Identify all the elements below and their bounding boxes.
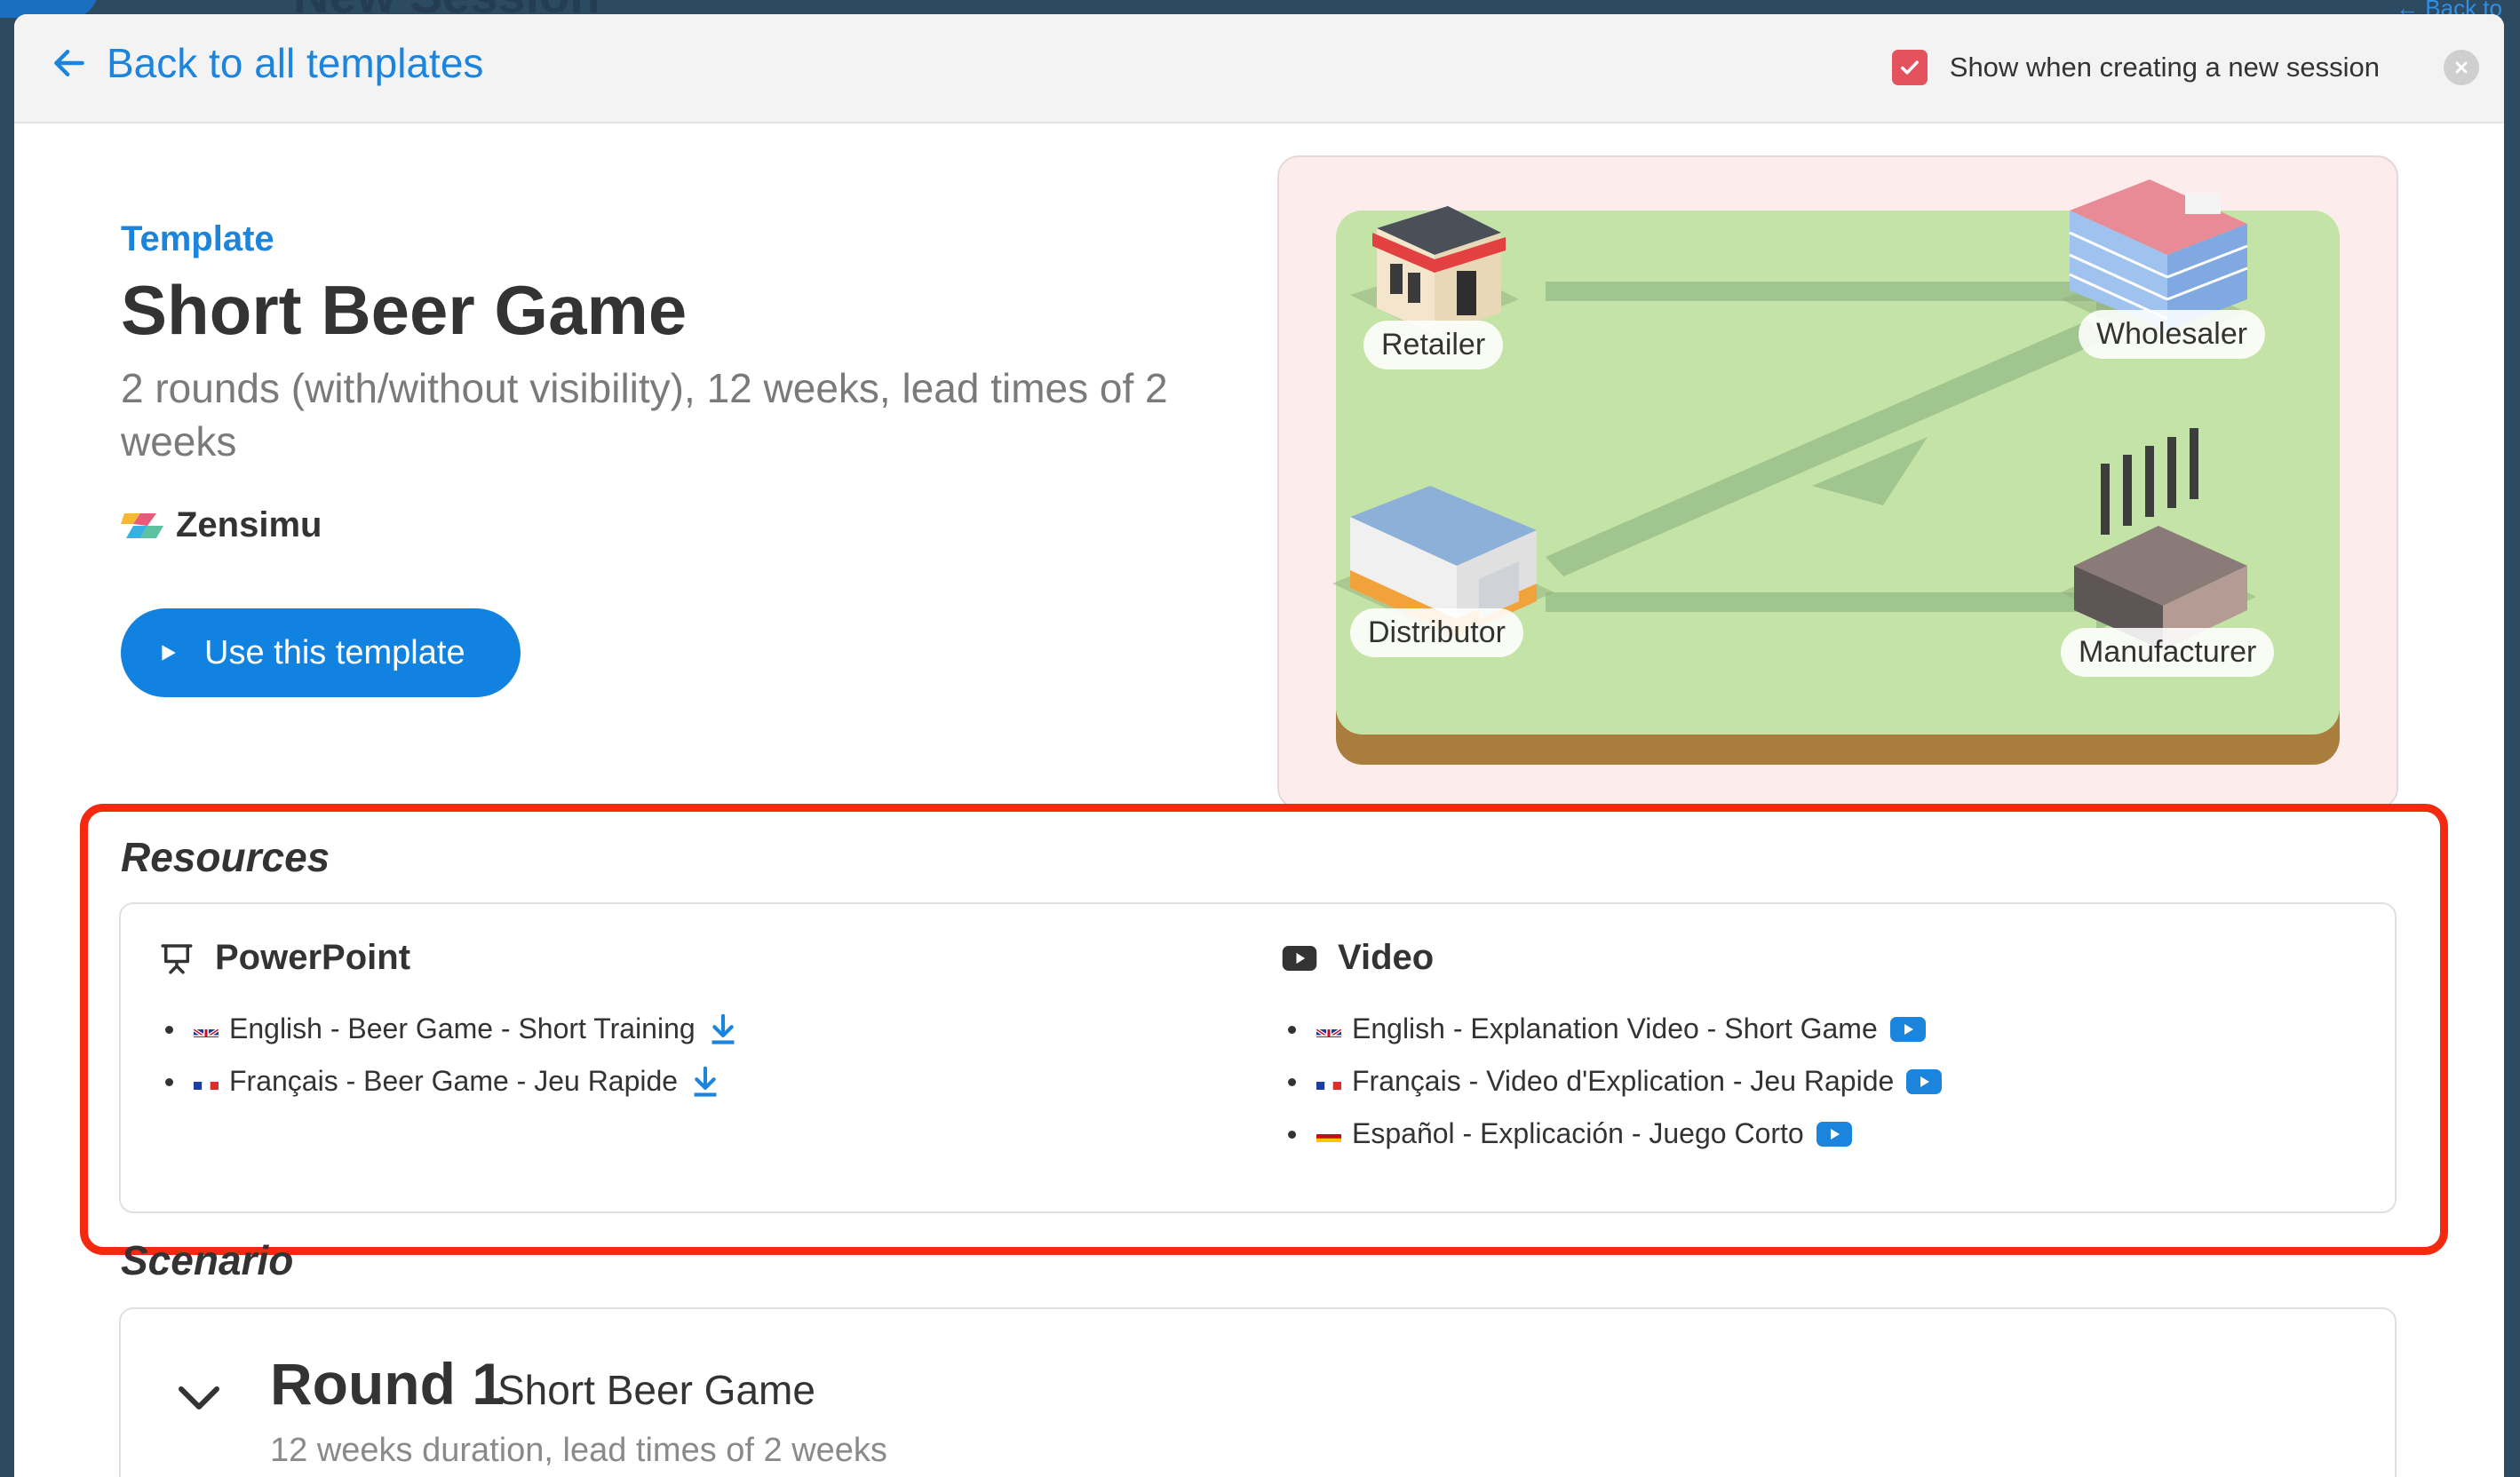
resources-card: PowerPoint English - Beer Game - Short T… (119, 902, 2397, 1213)
round-description: 12 weeks duration, lead times of 2 weeks (270, 1432, 887, 1469)
template-description: 2 rounds (with/without visibility), 12 w… (121, 365, 1168, 465)
round-title: Round 1 (270, 1351, 505, 1417)
list-item: Français - Video d'Explication - Jeu Rap… (1287, 1055, 1943, 1108)
resources-heading: Resources (121, 834, 330, 880)
presentation-icon (161, 943, 193, 973)
video-link-spanish[interactable]: Español - Explicación - Juego Corto (1352, 1117, 1804, 1150)
chevron-down-icon[interactable] (174, 1380, 224, 1416)
back-to-templates-link[interactable]: Back to all templates (50, 39, 483, 87)
download-icon[interactable] (708, 1013, 738, 1045)
template-modal: Back to all templates Show when creating… (14, 14, 2504, 1477)
france-flag-icon (1316, 1073, 1341, 1090)
list-item: Español - Explicación - Juego Corto (1287, 1108, 1942, 1160)
youtube-play-icon (1282, 945, 1317, 971)
close-button[interactable] (2444, 50, 2479, 85)
play-icon (162, 645, 176, 661)
scenario-round-card[interactable]: Round 1 Short Beer Game 12 weeks duratio… (119, 1307, 2397, 1477)
manufacturer-label: Manufacturer (2061, 628, 2275, 677)
supply-chain-illustration: Retailer Wholesaler Distributor Manufact… (1277, 155, 2398, 809)
youtube-icon[interactable] (1906, 1068, 1943, 1094)
zensimu-logo-icon (121, 512, 163, 538)
show-on-new-session-toggle[interactable]: Show when creating a new session (1891, 50, 2380, 85)
video-title: Video (1281, 938, 1942, 978)
france-flag-icon (194, 1073, 219, 1090)
template-title: Short Beer Game (121, 271, 688, 349)
retailer-label: Retailer (1363, 321, 1504, 369)
template-hero: Template Short Beer Game 2 rounds (with/… (14, 123, 2504, 816)
powerpoint-column: PowerPoint English - Beer Game - Short T… (158, 938, 738, 1108)
list-item: Français - Beer Game - Jeu Rapide (165, 1055, 738, 1108)
supply-chain-map (1332, 179, 2340, 765)
arrow-left-icon (54, 49, 84, 77)
list-item: English - Beer Game - Short Training (165, 1003, 738, 1055)
powerpoint-title: PowerPoint (158, 938, 738, 978)
author-name: Zensimu (176, 505, 322, 544)
use-template-button[interactable]: Use this template (121, 608, 521, 697)
template-kicker: Template (121, 219, 274, 258)
youtube-icon[interactable] (1889, 1016, 1926, 1042)
video-column: Video English - Explanation Video - Shor… (1281, 938, 1943, 1160)
video-list: English - Explanation Video - Short Game… (1281, 1003, 1943, 1160)
back-link-label: Back to all templates (107, 40, 484, 86)
powerpoint-title-label: PowerPoint (215, 938, 411, 977)
distributor-label: Distributor (1350, 608, 1523, 657)
video-link-english[interactable]: English - Explanation Video - Short Game (1352, 1012, 1878, 1045)
list-item: English - Explanation Video - Short Game (1287, 1003, 1942, 1055)
youtube-icon[interactable] (1816, 1121, 1852, 1147)
scenario-heading: Scenario (121, 1237, 294, 1283)
download-icon[interactable] (690, 1066, 720, 1098)
template-author: Zensimu (121, 505, 322, 545)
powerpoint-link-french[interactable]: Français - Beer Game - Jeu Rapide (229, 1065, 678, 1098)
show-on-new-session-checkbox[interactable] (1891, 50, 1928, 85)
round-name: Short Beer Game (497, 1367, 815, 1413)
check-icon (1900, 60, 1919, 75)
show-on-new-session-label: Show when creating a new session (1949, 52, 2380, 83)
uk-flag-icon (1316, 1020, 1341, 1037)
video-title-label: Video (1338, 938, 1435, 977)
uk-flag-icon (194, 1020, 219, 1037)
powerpoint-link-english[interactable]: English - Beer Game - Short Training (229, 1012, 696, 1045)
use-template-label: Use this template (204, 633, 465, 671)
powerpoint-list: English - Beer Game - Short Training Fra… (158, 1003, 738, 1108)
video-link-french[interactable]: Français - Video d'Explication - Jeu Rap… (1352, 1065, 1894, 1098)
wholesaler-label: Wholesaler (2079, 310, 2266, 359)
modal-header: Back to all templates Show when creating… (14, 14, 2504, 123)
close-icon (2455, 61, 2468, 74)
spain-flag-icon (1316, 1125, 1341, 1142)
